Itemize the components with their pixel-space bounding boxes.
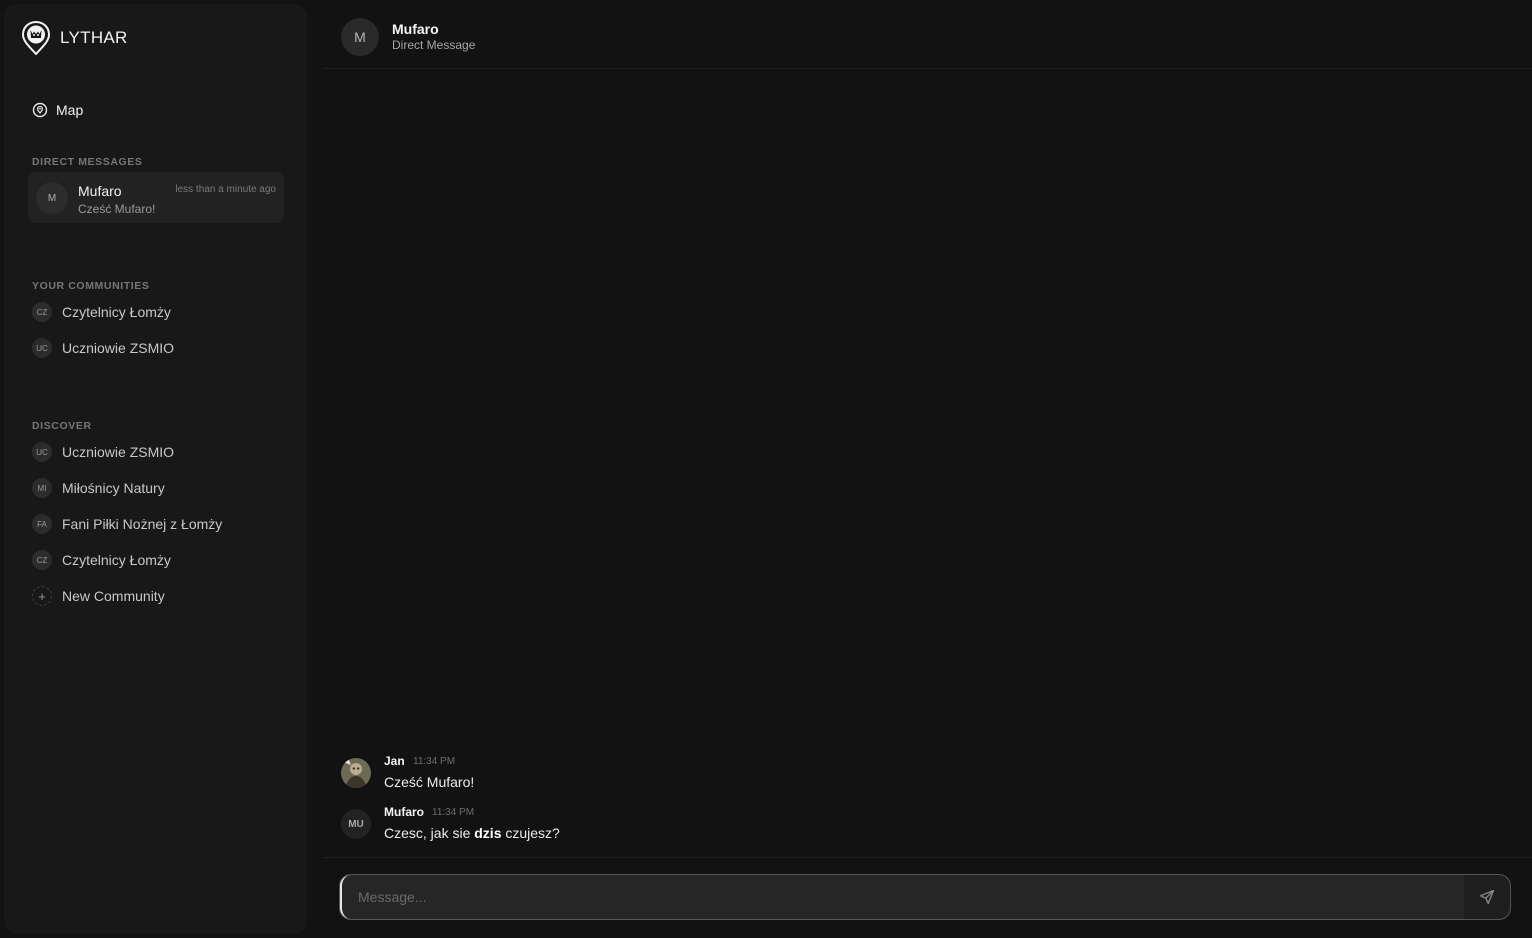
new-community-label: New Community [62, 588, 165, 604]
community-name: Czytelnicy Łomży [62, 304, 171, 320]
plus-icon: + [32, 586, 52, 606]
map-label: Map [56, 102, 84, 118]
community-avatar: UC [32, 338, 52, 358]
message-timestamp: 11:34 PM [413, 756, 456, 767]
avatar[interactable]: MU [341, 809, 371, 839]
message-text: Czesc, jak sie dzis czujesz? [384, 825, 560, 841]
new-community-button[interactable]: + New Community [32, 584, 165, 608]
chat-panel: M Mufaro Direct Message Jan 11:34 PM Cze… [323, 0, 1532, 938]
composer [339, 874, 1511, 920]
discover-item[interactable]: UC Uczniowie ZSMIO [32, 440, 174, 464]
app-root: LYTHAR Map DIRECT MESSAGES M Mufaro less… [0, 0, 1532, 938]
message-timestamp: 11:34 PM [432, 807, 475, 818]
community-avatar: FA [32, 514, 52, 534]
message-author[interactable]: Mufaro [384, 805, 424, 819]
send-icon [1479, 889, 1495, 905]
community-name: Czytelnicy Łomży [62, 552, 171, 568]
community-avatar: UC [32, 442, 52, 462]
chat-title: Mufaro [392, 21, 439, 37]
brand-name: LYTHAR [60, 28, 128, 47]
message-input[interactable] [340, 875, 1464, 919]
community-avatar: CZ [32, 302, 52, 322]
send-button[interactable] [1464, 875, 1510, 919]
map-pin-icon [32, 102, 48, 118]
chat-header: M Mufaro Direct Message [323, 0, 1532, 69]
dm-name: Mufaro [78, 183, 122, 199]
discover-heading: DISCOVER [32, 420, 92, 432]
community-name: Fani Piłki Nożnej z Łomży [62, 516, 223, 532]
community-item[interactable]: UC Uczniowie ZSMIO [32, 336, 174, 360]
chat-subtitle: Direct Message [392, 38, 476, 52]
user-photo-icon [341, 758, 371, 788]
map-nav-item[interactable]: Map [32, 102, 83, 118]
community-name: Uczniowie ZSMIO [62, 340, 175, 356]
discover-item[interactable]: FA Fani Piłki Nożnej z Łomży [32, 512, 222, 536]
direct-messages-heading: DIRECT MESSAGES [32, 156, 143, 168]
avatar: M [36, 182, 68, 214]
dm-preview: Cześć Mufaro! [78, 202, 156, 216]
discover-item[interactable]: MI Miłośnicy Natury [32, 476, 165, 500]
message-text-part: Czesc, jak sie [384, 825, 475, 841]
brand[interactable]: LYTHAR [22, 21, 128, 55]
sidebar: LYTHAR Map DIRECT MESSAGES M Mufaro less… [4, 4, 307, 933]
dm-timestamp: less than a minute ago [175, 184, 276, 195]
message-item: Jan 11:34 PM Cześć Mufaro! [341, 754, 1491, 798]
composer-area [323, 857, 1532, 938]
community-item[interactable]: CZ Czytelnicy Łomży [32, 300, 171, 324]
message-author[interactable]: Jan [384, 754, 405, 768]
discover-item[interactable]: CZ Czytelnicy Łomży [32, 548, 171, 572]
community-avatar: MI [32, 478, 52, 498]
avatar[interactable]: M [341, 18, 379, 56]
community-name: Miłośnicy Natury [62, 480, 165, 496]
community-name: Uczniowie ZSMIO [62, 444, 175, 460]
dm-item-mufaro[interactable]: M Mufaro less than a minute ago Cześć Mu… [28, 172, 284, 223]
avatar[interactable] [341, 758, 371, 788]
your-communities-heading: YOUR COMMUNITIES [32, 280, 150, 292]
lythar-logo-icon [22, 21, 50, 55]
message-text: Cześć Mufaro! [384, 774, 475, 790]
community-avatar: CZ [32, 550, 52, 570]
message-item: MU Mufaro 11:34 PM Czesc, jak sie dzis c… [341, 805, 1491, 849]
message-text-bold: dzis [474, 825, 502, 841]
message-text-part: czujesz? [501, 825, 560, 841]
